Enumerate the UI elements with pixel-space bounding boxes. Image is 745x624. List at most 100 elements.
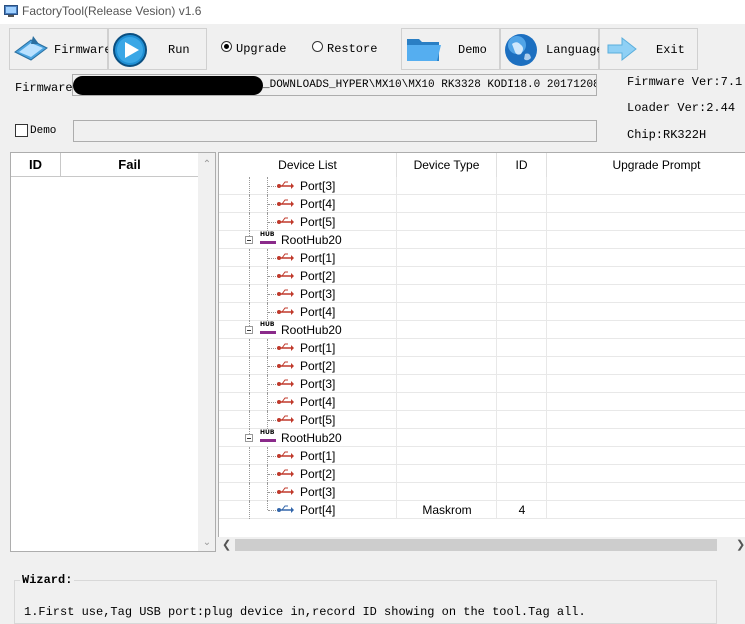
- firmware-button[interactable]: Firmware: [9, 28, 112, 70]
- device-name: Port[5]: [300, 215, 336, 229]
- col-id[interactable]: ID: [497, 153, 547, 177]
- exit-button-label: Exit: [656, 43, 685, 57]
- run-button[interactable]: Run: [108, 28, 207, 70]
- scroll-left-icon[interactable]: ❮: [222, 538, 231, 551]
- usb-port-icon: [277, 307, 294, 315]
- firmware-label: Firmware: [15, 81, 73, 95]
- device-row[interactable]: Port[5]: [219, 411, 745, 429]
- id-cell: [497, 267, 547, 284]
- id-cell: [497, 249, 547, 266]
- device-row[interactable]: Port[4]: [219, 393, 745, 411]
- device-row[interactable]: Port[5]: [219, 213, 745, 231]
- fail-table-header-fail[interactable]: Fail: [61, 153, 199, 177]
- redacted-path: [73, 76, 263, 95]
- fail-table-scrollbar[interactable]: ⌃ ⌄: [198, 153, 215, 551]
- firmware-path-field[interactable]: _DOWNLOADS_HYPER\MX10\MX10 RK3328 KODI18…: [72, 74, 597, 96]
- device-name: Port[2]: [300, 467, 336, 481]
- id-cell: [497, 465, 547, 482]
- collapse-icon[interactable]: [245, 326, 253, 334]
- folder-icon: [407, 39, 441, 61]
- device-row[interactable]: Port[4]: [219, 195, 745, 213]
- device-type-cell: [397, 213, 497, 230]
- exit-button[interactable]: Exit: [599, 28, 698, 70]
- device-name: Port[1]: [300, 251, 336, 265]
- tree-line: [249, 483, 250, 501]
- device-row[interactable]: Port[4]: [219, 303, 745, 321]
- hub-badge-text: HUB: [260, 321, 275, 328]
- device-type-cell: [397, 375, 497, 392]
- device-row[interactable]: Port[4] Maskrom 4: [219, 501, 745, 519]
- globe-icon: [505, 34, 537, 66]
- scroll-down-icon[interactable]: ⌄: [202, 537, 212, 548]
- tree-line: [249, 303, 250, 321]
- chip-name: Chip:RK322H: [627, 128, 707, 142]
- id-cell: [497, 231, 547, 248]
- play-icon: [113, 33, 147, 67]
- col-device-list[interactable]: Device List: [219, 153, 397, 177]
- tree-line: [249, 357, 250, 375]
- device-row[interactable]: Port[2]: [219, 465, 745, 483]
- demo-field[interactable]: [73, 120, 597, 142]
- device-name: RootHub20: [281, 233, 342, 247]
- language-button-label: Language: [546, 43, 604, 57]
- device-name: Port[2]: [300, 359, 336, 373]
- restore-radio-label: Restore: [327, 42, 378, 56]
- demo-button[interactable]: Demo: [401, 28, 500, 70]
- device-type-cell: [397, 267, 497, 284]
- scroll-up-icon[interactable]: ⌃: [202, 159, 212, 170]
- device-row[interactable]: HUB RootHub20: [219, 429, 745, 447]
- usb-port-icon: [277, 487, 294, 495]
- device-name: Port[4]: [300, 305, 336, 319]
- tree-line: [249, 249, 250, 267]
- device-row[interactable]: Port[3]: [219, 483, 745, 501]
- usb-port-icon: [277, 361, 294, 369]
- device-type-cell: [397, 447, 497, 464]
- device-type: Maskrom: [422, 503, 472, 517]
- device-row[interactable]: Port[1]: [219, 447, 745, 465]
- fail-table-header-id[interactable]: ID: [11, 153, 61, 177]
- upgrade-radio[interactable]: [221, 41, 232, 52]
- col-upgrade-prompt[interactable]: Upgrade Prompt: [547, 153, 745, 177]
- tree-line: [249, 213, 250, 231]
- usb-port-icon: [277, 217, 294, 225]
- device-name: RootHub20: [281, 431, 342, 445]
- hscroll-thumb[interactable]: [235, 539, 717, 551]
- scroll-right-icon[interactable]: ❯: [736, 538, 745, 551]
- device-row[interactable]: Port[2]: [219, 267, 745, 285]
- device-row[interactable]: HUB RootHub20: [219, 231, 745, 249]
- restore-radio[interactable]: [312, 41, 323, 52]
- demo-button-label: Demo: [458, 43, 487, 57]
- device-type-cell: [397, 303, 497, 320]
- device-name: Port[5]: [300, 413, 336, 427]
- device-list-hscrollbar[interactable]: ❮ ❯: [218, 537, 745, 553]
- usb-port-icon: [277, 271, 294, 279]
- fail-table[interactable]: ID Fail ⌃ ⌄: [10, 152, 216, 552]
- firmware-icon: [14, 36, 48, 61]
- device-list-panel[interactable]: Device List Device Type ID Upgrade Promp…: [218, 152, 745, 553]
- device-name: Port[3]: [300, 179, 336, 193]
- collapse-icon[interactable]: [245, 434, 253, 442]
- device-type-cell: [397, 411, 497, 428]
- firmware-version: Firmware Ver:7.1.: [627, 75, 745, 89]
- id-cell: [497, 321, 547, 338]
- upgrade-radio-label: Upgrade: [236, 42, 287, 56]
- usb-port-icon: [277, 343, 294, 351]
- device-row[interactable]: Port[3]: [219, 375, 745, 393]
- id-cell: [497, 213, 547, 230]
- tree-line: [249, 465, 250, 483]
- device-type-cell: [397, 231, 497, 248]
- device-type-cell: [397, 465, 497, 482]
- device-row[interactable]: Port[2]: [219, 357, 745, 375]
- collapse-icon[interactable]: [245, 236, 253, 244]
- demo-checkbox[interactable]: [15, 124, 28, 137]
- col-device-type[interactable]: Device Type: [397, 153, 497, 177]
- device-type-cell: [397, 285, 497, 302]
- device-row[interactable]: Port[1]: [219, 249, 745, 267]
- device-row[interactable]: Port[1]: [219, 339, 745, 357]
- device-row[interactable]: Port[3]: [219, 285, 745, 303]
- device-row[interactable]: HUB RootHub20: [219, 321, 745, 339]
- language-button[interactable]: Language: [500, 28, 604, 70]
- device-row[interactable]: Port[3]: [219, 177, 745, 195]
- id-cell: [497, 339, 547, 356]
- usb-port-icon: [277, 289, 294, 297]
